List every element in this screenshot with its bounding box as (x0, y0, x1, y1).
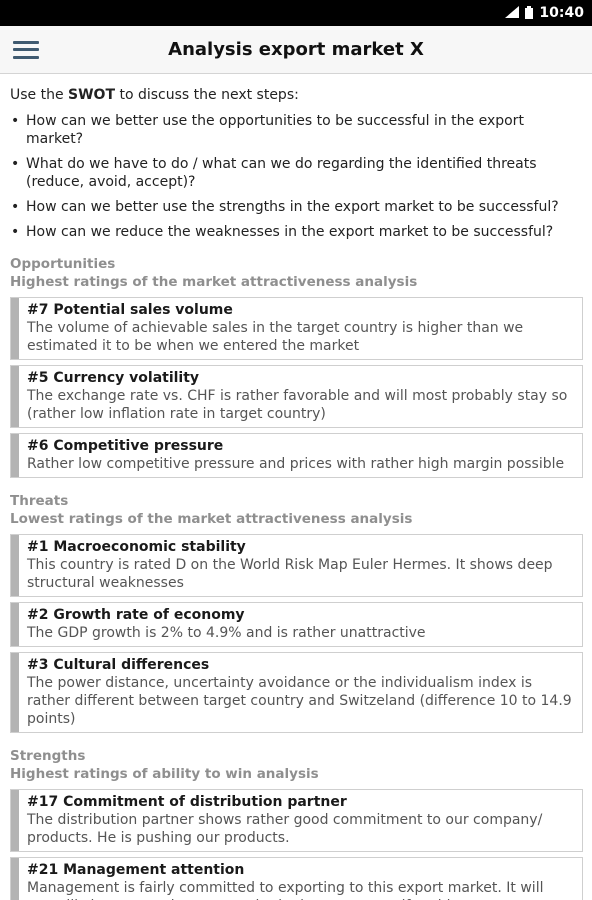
menu-button[interactable] (0, 26, 52, 74)
section-heading: Threats (10, 493, 69, 509)
rating-card[interactable]: #3 Cultural differences The power distan… (10, 652, 583, 733)
rating-card[interactable]: #6 Competitive pressure Rather low compe… (10, 433, 583, 478)
rating-card[interactable]: #17 Commitment of distribution partner T… (10, 789, 583, 852)
card-text: Rather low competitive pressure and pric… (27, 456, 565, 472)
signal-icon (505, 6, 520, 20)
card-text: Management is fairly committed to export… (27, 880, 544, 900)
rating-card[interactable]: #5 Currency volatility The exchange rate… (10, 365, 583, 428)
hamburger-menu-icon[interactable] (13, 40, 39, 59)
card-accent-bar (11, 298, 19, 359)
card-title: #3 Cultural differences (27, 657, 210, 673)
intro-text: Use the SWOT to discuss the next steps: (10, 87, 299, 103)
page-title: Analysis export market X (168, 39, 424, 60)
section-strengths: Strengths Highest ratings of ability to … (10, 747, 583, 900)
card-accent-bar (11, 535, 19, 596)
question-list: How can we better use the opportunities … (10, 112, 583, 241)
battery-icon (525, 5, 534, 21)
section-opportunities: Opportunities Highest ratings of the mar… (10, 255, 583, 478)
card-title: #5 Currency volatility (27, 370, 200, 386)
status-bar: 10:40 (0, 0, 592, 26)
rating-card[interactable]: #1 Macroeconomic stability This country … (10, 534, 583, 597)
card-accent-bar (11, 434, 19, 477)
question-item: What do we have to do / what can we do r… (10, 155, 583, 191)
card-title: #6 Competitive pressure (27, 438, 224, 454)
card-text: The distribution partner shows rather go… (27, 812, 543, 846)
card-text: The GDP growth is 2% to 4.9% and is rath… (27, 625, 426, 641)
card-text: The volume of achievable sales in the ta… (27, 320, 524, 354)
card-text: The exchange rate vs. CHF is rather favo… (27, 388, 568, 422)
question-item: How can we reduce the weaknesses in the … (10, 223, 583, 241)
section-heading: Opportunities (10, 256, 116, 272)
status-time: 10:40 (539, 5, 584, 21)
card-accent-bar (11, 366, 19, 427)
card-accent-bar (11, 790, 19, 851)
card-text: This country is rated D on the World Ris… (27, 557, 553, 591)
rating-card[interactable]: #21 Management attention Management is f… (10, 857, 583, 900)
app-bar: Analysis export market X (0, 26, 592, 74)
card-accent-bar (11, 653, 19, 732)
question-item: How can we better use the opportunities … (10, 112, 583, 148)
card-accent-bar (11, 858, 19, 900)
card-title: #2 Growth rate of economy (27, 607, 245, 623)
section-heading: Strengths (10, 748, 86, 764)
section-subheading: Lowest ratings of the market attractiven… (10, 511, 413, 527)
section-subheading: Highest ratings of the market attractive… (10, 274, 418, 290)
card-title: #17 Commitment of distribution partner (27, 794, 347, 810)
card-title: #1 Macroeconomic stability (27, 539, 246, 555)
card-title: #7 Potential sales volume (27, 302, 233, 318)
section-subheading: Highest ratings of ability to win analys… (10, 766, 319, 782)
rating-card[interactable]: #2 Growth rate of economy The GDP growth… (10, 602, 583, 647)
card-text: The power distance, uncertainty avoidanc… (27, 675, 572, 727)
section-threats: Threats Lowest ratings of the market att… (10, 492, 583, 733)
swot-emphasis: SWOT (68, 87, 116, 103)
card-title: #21 Management attention (27, 862, 245, 878)
rating-card[interactable]: #7 Potential sales volume The volume of … (10, 297, 583, 360)
card-accent-bar (11, 603, 19, 646)
content-scroll-area[interactable]: Use the SWOT to discuss the next steps: … (0, 74, 592, 900)
question-item: How can we better use the strengths in t… (10, 198, 583, 216)
